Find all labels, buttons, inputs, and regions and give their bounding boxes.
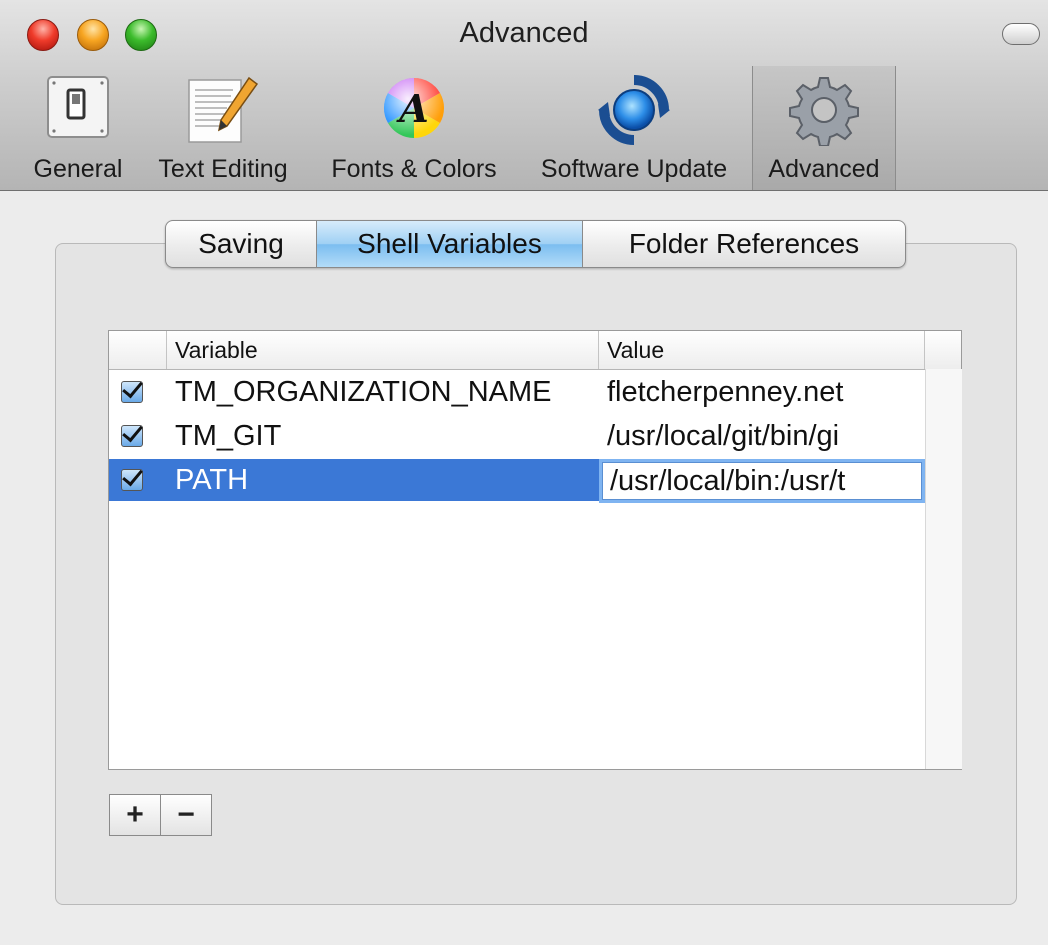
table-row[interactable]: TM_GIT /usr/local/git/bin/gi	[109, 415, 925, 457]
shell-variables-table: Variable Value TM_ORGANIZATION_NAME flet…	[108, 330, 962, 770]
add-variable-button[interactable]: +	[110, 795, 161, 835]
column-header-value[interactable]: Value	[599, 331, 925, 369]
column-header-enabled[interactable]	[109, 331, 167, 369]
enabled-checkbox[interactable]	[121, 425, 143, 447]
value-cell[interactable]: /usr/local/git/bin/gi	[607, 415, 921, 457]
switch-icon	[45, 74, 111, 145]
tab-folder-references[interactable]: Folder References	[583, 221, 905, 267]
document-pencil-icon	[183, 74, 263, 151]
update-arrows-icon	[598, 74, 670, 151]
enabled-checkbox[interactable]	[121, 469, 143, 491]
toolbar-item-fonts-colors[interactable]: A Fonts & Colors	[318, 66, 510, 190]
table-scrollbar[interactable]	[925, 369, 962, 769]
toolbar-item-text-editing[interactable]: Text Editing	[144, 66, 302, 190]
tab-bar: Saving Shell Variables Folder References	[165, 220, 906, 268]
window-title: Advanced	[459, 17, 589, 49]
variable-cell[interactable]: TM_GIT	[175, 415, 281, 457]
table-row[interactable]: TM_ORGANIZATION_NAME fletcherpenney.net	[109, 371, 925, 413]
variable-cell[interactable]: TM_ORGANIZATION_NAME	[175, 371, 552, 413]
variable-cell[interactable]: PATH	[175, 459, 248, 501]
add-remove-buttons: + −	[109, 794, 212, 836]
toolbar-item-label: Advanced	[768, 155, 880, 183]
gear-icon	[788, 74, 860, 151]
value-cell[interactable]: fletcherpenney.net	[607, 371, 921, 413]
toolbar-item-label: Text Editing	[158, 155, 288, 183]
tab-shell-variables[interactable]: Shell Variables	[317, 221, 583, 267]
toolbar-item-advanced[interactable]: Advanced	[752, 66, 896, 190]
toolbar-toggle-button[interactable]	[1002, 23, 1040, 45]
svg-text:A: A	[396, 86, 428, 131]
column-header-variable[interactable]: Variable	[167, 331, 599, 369]
table-header: Variable Value	[109, 331, 961, 370]
toolbar-item-label: Software Update	[540, 155, 728, 183]
toolbar-item-general[interactable]: General	[22, 66, 134, 190]
enabled-checkbox[interactable]	[121, 381, 143, 403]
table-row-selected[interactable]: PATH /usr/local/bin:/usr/t	[109, 459, 925, 503]
column-header-corner	[925, 331, 961, 369]
title-toolbar: Advanced General Text Editing A Fonts & …	[0, 0, 1048, 191]
remove-variable-button[interactable]: −	[161, 795, 211, 835]
tab-saving[interactable]: Saving	[166, 221, 317, 267]
toolbar-item-software-update[interactable]: Software Update	[528, 66, 740, 190]
font-color-wheel-icon: A	[380, 74, 448, 147]
toolbar-item-label: General	[33, 155, 123, 183]
toolbar-item-label: Fonts & Colors	[331, 155, 497, 183]
preferences-window: Advanced General Text Editing A Fonts & …	[0, 0, 1048, 945]
value-edit-field[interactable]: /usr/local/bin:/usr/t	[599, 459, 925, 503]
